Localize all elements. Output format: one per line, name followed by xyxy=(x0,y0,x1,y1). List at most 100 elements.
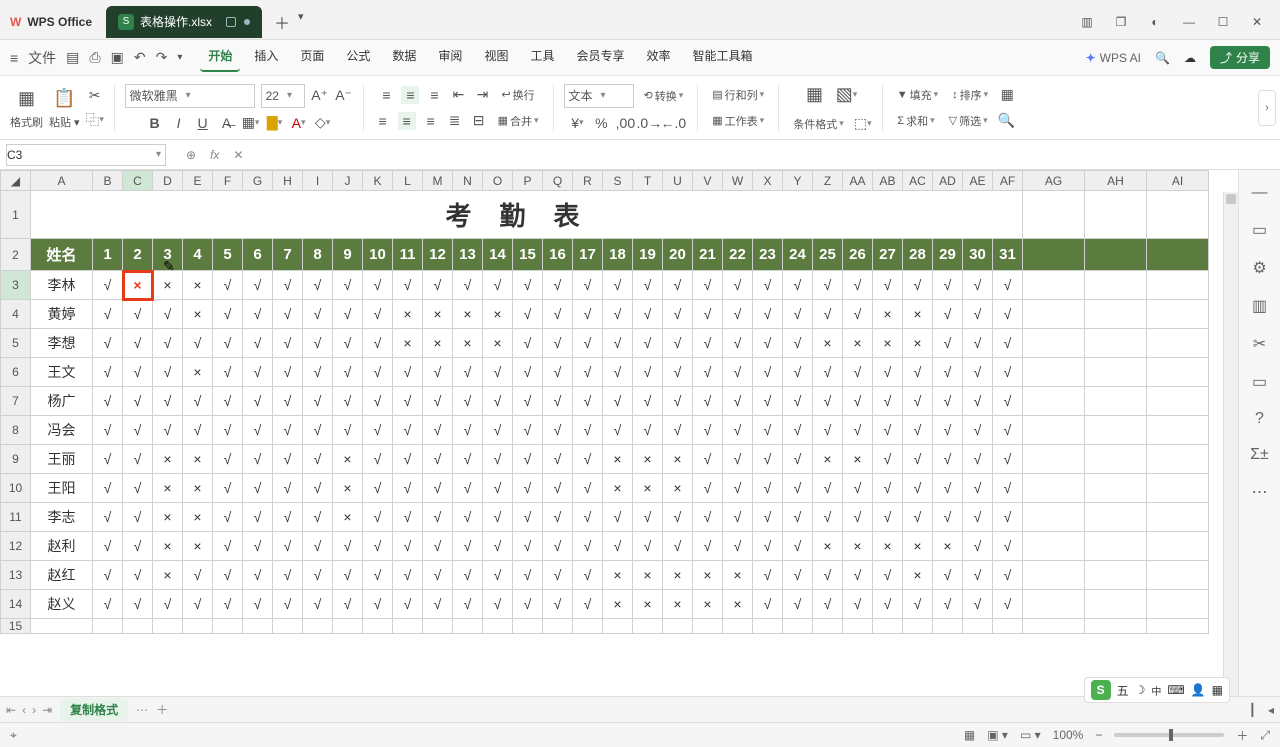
col-header-N[interactable]: N xyxy=(453,171,483,191)
cell-K10[interactable]: √ xyxy=(363,474,393,503)
cell-Z13[interactable]: √ xyxy=(813,561,843,590)
italic-icon[interactable]: I xyxy=(170,114,188,132)
cell-T9[interactable]: × xyxy=(633,445,663,474)
rail-more-icon[interactable]: ⋯ xyxy=(1252,482,1268,502)
zoom-slider[interactable] xyxy=(1114,733,1224,737)
cell-E6[interactable]: × xyxy=(183,358,213,387)
header-day-27[interactable]: 27 xyxy=(873,239,903,271)
view-page-icon[interactable]: ▣ ▾ xyxy=(987,728,1008,742)
cell-AE12[interactable]: √ xyxy=(963,532,993,561)
cell-C12[interactable]: √ xyxy=(123,532,153,561)
cell-K14[interactable]: √ xyxy=(363,590,393,619)
cell-V5[interactable]: √ xyxy=(693,329,723,358)
border-icon[interactable]: ▦ xyxy=(242,114,260,132)
header-day-17[interactable]: 17 xyxy=(573,239,603,271)
cell-O13[interactable]: √ xyxy=(483,561,513,590)
cell-X8[interactable]: √ xyxy=(753,416,783,445)
cell-I9[interactable]: √ xyxy=(303,445,333,474)
cell-AC12[interactable]: × xyxy=(903,532,933,561)
cell-E13[interactable]: √ xyxy=(183,561,213,590)
cell-M11[interactable]: √ xyxy=(423,503,453,532)
cell-G10[interactable]: √ xyxy=(243,474,273,503)
cell-AA4[interactable]: √ xyxy=(843,300,873,329)
cell-H6[interactable]: √ xyxy=(273,358,303,387)
cell-K5[interactable]: √ xyxy=(363,329,393,358)
cell-Z3[interactable]: √ xyxy=(813,271,843,300)
cell-P4[interactable]: √ xyxy=(513,300,543,329)
cell-W7[interactable]: √ xyxy=(723,387,753,416)
cell-T6[interactable]: √ xyxy=(633,358,663,387)
cell-AC8[interactable]: √ xyxy=(903,416,933,445)
cell-B6[interactable]: √ xyxy=(93,358,123,387)
cell-R4[interactable]: √ xyxy=(573,300,603,329)
cell-N14[interactable]: √ xyxy=(453,590,483,619)
cell-U4[interactable]: √ xyxy=(663,300,693,329)
cell-O12[interactable]: √ xyxy=(483,532,513,561)
cell-AA10[interactable]: √ xyxy=(843,474,873,503)
new-tab-button[interactable]: ＋ xyxy=(274,10,290,34)
cell-K13[interactable]: √ xyxy=(363,561,393,590)
cell-AC7[interactable]: √ xyxy=(903,387,933,416)
cell-M12[interactable]: √ xyxy=(423,532,453,561)
cell-T12[interactable]: √ xyxy=(633,532,663,561)
cell-AB12[interactable]: × xyxy=(873,532,903,561)
cell-B8[interactable]: √ xyxy=(93,416,123,445)
name-cell[interactable]: 黄婷 xyxy=(31,300,93,329)
cell-I11[interactable]: √ xyxy=(303,503,333,532)
cell-AE10[interactable]: √ xyxy=(963,474,993,503)
cell-N11[interactable]: √ xyxy=(453,503,483,532)
cut-icon[interactable]: ✂ xyxy=(86,87,104,105)
cell-G13[interactable]: √ xyxy=(243,561,273,590)
col-header-W[interactable]: W xyxy=(723,171,753,191)
cell-B10[interactable]: √ xyxy=(93,474,123,503)
cell-AB9[interactable]: √ xyxy=(873,445,903,474)
title-cell[interactable]: 考勤表 xyxy=(31,191,1023,239)
header-day-29[interactable]: 29 xyxy=(933,239,963,271)
cell-Q12[interactable]: √ xyxy=(543,532,573,561)
cell-S11[interactable]: √ xyxy=(603,503,633,532)
redo-icon[interactable]: ↷ xyxy=(156,49,168,66)
sheet-tab-add-icon[interactable]: ＋ xyxy=(156,701,168,718)
cell-AA14[interactable]: √ xyxy=(843,590,873,619)
col-header-C[interactable]: C xyxy=(123,171,153,191)
cell-U8[interactable]: √ xyxy=(663,416,693,445)
col-header-X[interactable]: X xyxy=(753,171,783,191)
cell-O8[interactable]: √ xyxy=(483,416,513,445)
cell-H12[interactable]: √ xyxy=(273,532,303,561)
header-day-14[interactable]: 14 xyxy=(483,239,513,271)
cell-O10[interactable]: √ xyxy=(483,474,513,503)
cell-M10[interactable]: √ xyxy=(423,474,453,503)
header-day-2[interactable]: 2 xyxy=(123,239,153,271)
cell-R3[interactable]: √ xyxy=(573,271,603,300)
cell-AE8[interactable]: √ xyxy=(963,416,993,445)
cell-H9[interactable]: √ xyxy=(273,445,303,474)
cell-X5[interactable]: √ xyxy=(753,329,783,358)
zoom-out-icon[interactable]: − xyxy=(1095,728,1102,742)
cell-D12[interactable]: × xyxy=(153,532,183,561)
cell-Z9[interactable]: × xyxy=(813,445,843,474)
cell-P13[interactable]: √ xyxy=(513,561,543,590)
cell-X4[interactable]: √ xyxy=(753,300,783,329)
cell-AB5[interactable]: × xyxy=(873,329,903,358)
align-right-icon[interactable]: ≡ xyxy=(422,112,440,130)
cell-W12[interactable]: √ xyxy=(723,532,753,561)
cell-G7[interactable]: √ xyxy=(243,387,273,416)
cell-AB13[interactable]: √ xyxy=(873,561,903,590)
cell-AD5[interactable]: √ xyxy=(933,329,963,358)
cell-R5[interactable]: √ xyxy=(573,329,603,358)
paste-button[interactable]: 📋 粘贴 ▾ xyxy=(49,86,80,130)
cell-P5[interactable]: √ xyxy=(513,329,543,358)
header-day-1[interactable]: 1 xyxy=(93,239,123,271)
col-header-M[interactable]: M xyxy=(423,171,453,191)
row-header-3[interactable]: 3 xyxy=(1,271,31,300)
cell-D10[interactable]: × xyxy=(153,474,183,503)
name-cell[interactable]: 赵义 xyxy=(31,590,93,619)
rail-book-icon[interactable]: ▭ xyxy=(1252,372,1267,392)
cell-AF9[interactable]: √ xyxy=(993,445,1023,474)
align-center-icon[interactable]: ≡ xyxy=(398,112,416,130)
col-header-AH[interactable]: AH xyxy=(1085,171,1147,191)
header-day-16[interactable]: 16 xyxy=(543,239,573,271)
cell-AF11[interactable]: √ xyxy=(993,503,1023,532)
cell-X3[interactable]: √ xyxy=(753,271,783,300)
cell-AD13[interactable]: √ xyxy=(933,561,963,590)
